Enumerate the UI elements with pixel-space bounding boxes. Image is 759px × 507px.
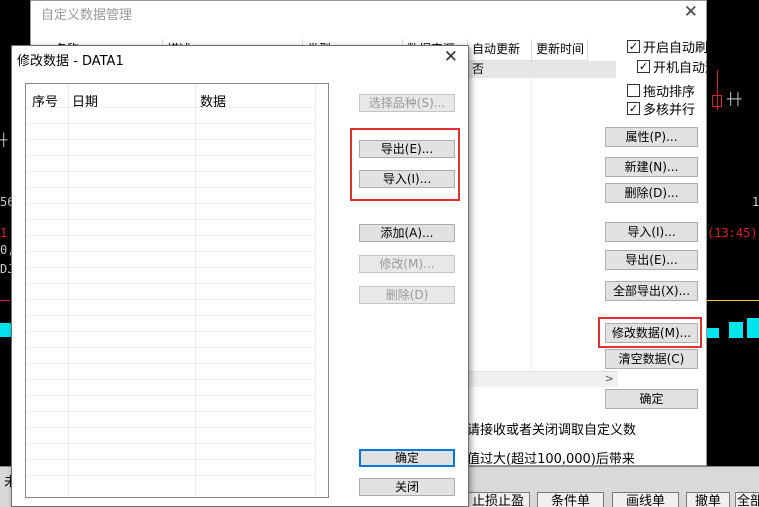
close-button[interactable]: 关闭: [359, 478, 455, 496]
row-divider: [26, 251, 316, 252]
chart-time-label: (13:45): [707, 226, 758, 240]
cancel-order-button[interactable]: 撤单: [686, 492, 730, 507]
ok-button[interactable]: 确定: [359, 449, 455, 467]
modify-button[interactable]: 修改(M)...: [359, 255, 455, 273]
all-button[interactable]: 全部: [735, 492, 759, 507]
checkbox-checked-icon: ✓: [637, 60, 650, 73]
column-divider: [68, 84, 69, 497]
chart-price-label: 13: [752, 195, 759, 209]
row-divider: [26, 315, 316, 316]
column-header-auto-update[interactable]: 自动更新: [468, 39, 532, 61]
row-divider: [26, 283, 316, 284]
conditional-order-button[interactable]: 条件单: [537, 492, 604, 507]
row-divider: [26, 235, 316, 236]
row-divider: [26, 395, 316, 396]
highlight-box: [350, 128, 460, 201]
select-product-button[interactable]: 选择品种(S)...: [359, 94, 455, 112]
row-divider: [26, 443, 316, 444]
row-divider: [26, 475, 316, 476]
table-row[interactable]: 否: [468, 61, 616, 78]
candle-body: [712, 95, 722, 107]
checkbox-unchecked-icon: [627, 84, 640, 97]
horizontal-scrollbar[interactable]: >: [468, 371, 618, 387]
row-divider: [26, 139, 316, 140]
checkbox-checked-icon: ✓: [627, 40, 640, 53]
delete-button[interactable]: 删除(D): [359, 286, 455, 304]
line-order-button[interactable]: 画线单: [612, 492, 679, 507]
row-divider: [26, 219, 316, 220]
chart-crosshair-icon: ┼: [0, 133, 8, 147]
export-button[interactable]: 导出(E)...: [605, 250, 698, 270]
column-divider: [531, 78, 532, 371]
volume-bar: [707, 328, 719, 338]
volume-bar: [747, 318, 759, 338]
vertical-scrollbar[interactable]: [315, 84, 328, 497]
chart-value-label: 1: [0, 226, 8, 240]
row-divider: [26, 411, 316, 412]
row-divider: [26, 267, 316, 268]
highlight-box: [598, 317, 702, 348]
auto-update-cell: 否: [472, 62, 485, 76]
row-divider: [26, 299, 316, 300]
new-button[interactable]: 新建(N)...: [605, 157, 698, 177]
close-icon[interactable]: ✕: [684, 2, 698, 22]
volume-bar: [729, 322, 743, 338]
data-list[interactable]: 序号 日期 数据: [25, 83, 329, 498]
row-divider: [26, 427, 316, 428]
row-divider: [26, 203, 316, 204]
row-divider: [26, 171, 316, 172]
auto-refresh-checkbox[interactable]: ✓ 开启自动刷新: [627, 37, 721, 56]
row-divider: [26, 363, 316, 364]
modify-data-dialog: 修改数据 - DATA1 ✕ 序号 日期 数据 选择品种(S)... 导出(E)…: [11, 45, 469, 507]
import-button[interactable]: 导入(I)...: [605, 222, 698, 242]
window-title: 自定义数据管理: [41, 8, 133, 23]
row-divider: [26, 331, 316, 332]
add-button[interactable]: 添加(A)...: [359, 224, 455, 242]
chevron-right-icon[interactable]: >: [605, 372, 614, 385]
row-divider: [26, 155, 316, 156]
chart-line: [707, 300, 759, 301]
column-divider: [195, 84, 196, 497]
row-divider: [26, 187, 316, 188]
multi-core-checkbox[interactable]: ✓ 多核并行: [627, 99, 695, 118]
close-icon[interactable]: ✕: [444, 47, 458, 67]
row-divider: [26, 347, 316, 348]
delete-button[interactable]: 删除(D)...: [605, 183, 698, 203]
stop-loss-button[interactable]: 止损止盈: [466, 492, 530, 507]
row-divider: [26, 107, 316, 108]
chart-line: [0, 300, 10, 301]
info-note: 请接收或者关闭调取自定义数: [467, 423, 637, 438]
drag-sort-checkbox[interactable]: 拖动排序: [627, 81, 695, 100]
column-header-update-time[interactable]: 更新时间: [532, 39, 588, 61]
chart-crosshair-icon: ┼┼: [727, 92, 742, 106]
dialog-title: 修改数据 - DATA1: [17, 54, 124, 69]
checkbox-checked-icon: ✓: [627, 102, 640, 115]
row-divider: [26, 123, 316, 124]
export-all-button[interactable]: 全部导出(X)...: [605, 281, 698, 301]
properties-button[interactable]: 属性(P)...: [605, 127, 698, 147]
clear-data-button[interactable]: 清空数据(C): [605, 349, 698, 369]
ok-button[interactable]: 确定: [605, 389, 698, 409]
startup-run-checkbox[interactable]: ✓ 开机自动运行: [637, 57, 731, 76]
info-note: 值过大(超过100,000)后带来: [467, 452, 635, 467]
row-divider: [26, 379, 316, 380]
row-divider: [26, 459, 316, 460]
